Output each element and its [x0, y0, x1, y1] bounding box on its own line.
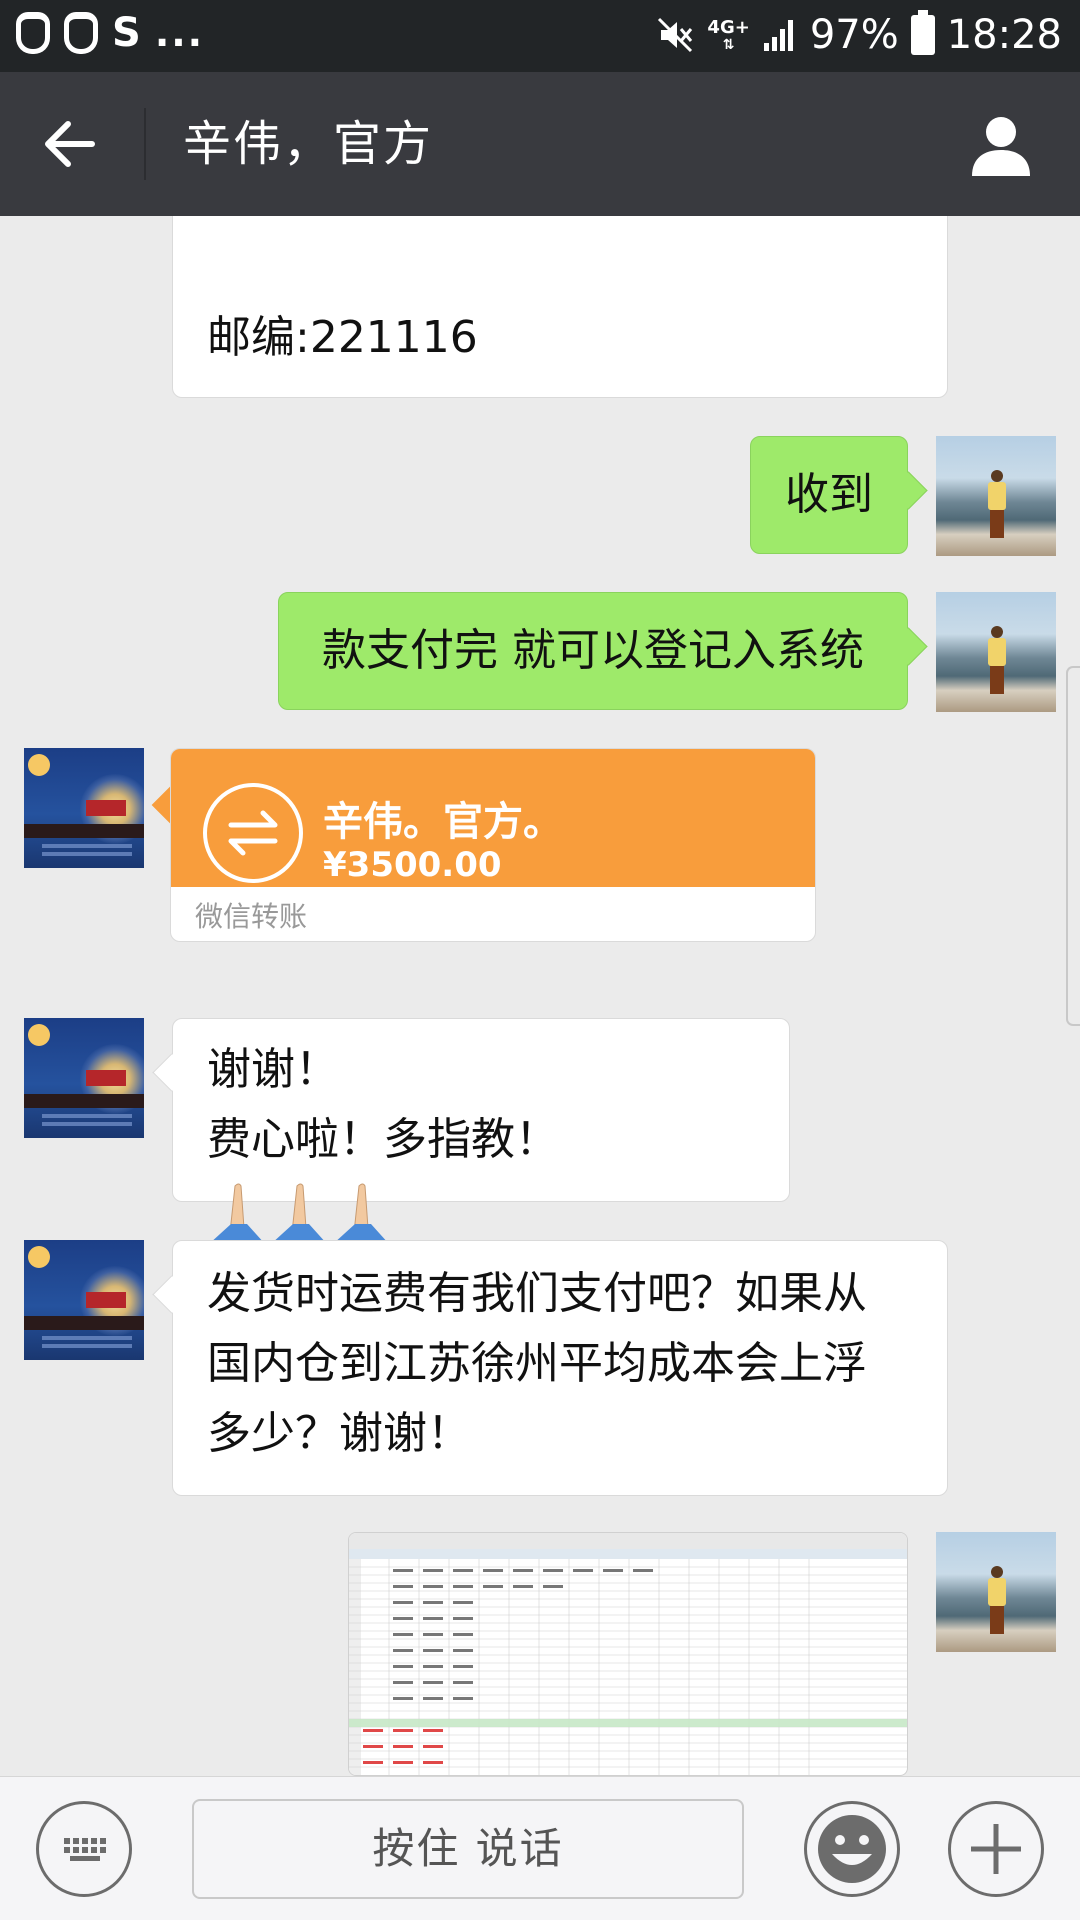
transfer-amount: ¥3500.00: [323, 845, 502, 885]
message-bubble-incoming[interactable]: 邮编:221116: [172, 216, 948, 398]
message-bubble-outgoing[interactable]: 款支付完 就可以登记入系统: [278, 592, 908, 710]
emoji-button[interactable]: [804, 1801, 900, 1897]
message-text: 邮编:221116: [207, 312, 478, 363]
clock: 18:28: [946, 12, 1062, 58]
message-text-line: 发货时运费有我们支付吧？如果从: [207, 1268, 867, 1319]
smiley-icon: [818, 1815, 886, 1883]
message-text: 收到: [785, 469, 873, 520]
avatar-contact[interactable]: [24, 748, 144, 868]
battery-percent: 97%: [809, 12, 899, 58]
profile-icon[interactable]: [966, 110, 1036, 180]
chat-title: 辛伟，官方: [183, 116, 434, 172]
transfer-label: 微信转账: [195, 900, 308, 933]
status-right: 4G+ ⇅ 97% 18:28: [655, 10, 1062, 58]
transfer-icon: [203, 783, 303, 883]
notification-icon: [16, 12, 50, 54]
message-text-line: 多少？谢谢！: [207, 1408, 471, 1459]
notification-icon: [64, 12, 98, 54]
status-left: S ...: [16, 10, 204, 56]
avatar-self[interactable]: [936, 1532, 1056, 1652]
header-divider: [144, 108, 146, 180]
avatar-self[interactable]: [936, 592, 1056, 712]
message-bubble-incoming[interactable]: 谢谢！ 费心啦！多指教！: [172, 1018, 790, 1244]
praying-hands-emoji: [209, 1183, 389, 1244]
sogou-icon: S: [112, 10, 141, 56]
battery-icon: [910, 10, 935, 55]
hold-to-talk-button[interactable]: 按住 说话: [192, 1799, 744, 1899]
scroll-indicator[interactable]: [1066, 666, 1080, 1026]
plus-icon: [971, 1824, 1021, 1874]
wechat-transfer-card[interactable]: 辛伟。官方。 ¥3500.00 微信转账: [170, 748, 816, 942]
message-bubble-incoming[interactable]: 发货时运费有我们支付吧？如果从 国内仓到江苏徐州平均成本会上浮 多少？谢谢！: [172, 1240, 948, 1496]
message-bubble-outgoing[interactable]: 收到: [750, 436, 908, 554]
status-bar: S ... 4G+ ⇅ 97% 18:28: [0, 0, 1080, 72]
chat-area[interactable]: 邮编:221116 收到 款支付完 就可以登记入系统 辛伟。官方。 ¥3500.…: [0, 216, 1080, 1776]
input-bar: 按住 说话: [0, 1776, 1080, 1920]
message-text: 款支付完 就可以登记入系统: [322, 625, 864, 676]
more-options-button[interactable]: [948, 1801, 1044, 1897]
avatar-contact[interactable]: [24, 1018, 144, 1138]
back-arrow-icon[interactable]: [36, 110, 104, 178]
transfer-recipient: 辛伟。官方。: [323, 799, 563, 845]
avatar-contact[interactable]: [24, 1240, 144, 1360]
spreadsheet-image-message[interactable]: [348, 1532, 908, 1776]
more-notifications: ...: [154, 11, 205, 55]
message-text-line: 国内仓到江苏徐州平均成本会上浮: [207, 1338, 867, 1389]
mute-icon: [658, 17, 693, 53]
keyboard-icon: [64, 1838, 106, 1861]
signal-icon: [763, 20, 793, 51]
network-type: 4G+ ⇅: [707, 17, 750, 53]
message-text-line: 费心啦！多指教！: [207, 1105, 755, 1245]
chat-header: 辛伟，官方: [0, 72, 1080, 216]
keyboard-toggle-button[interactable]: [36, 1801, 132, 1897]
avatar-self[interactable]: [936, 436, 1056, 556]
spreadsheet-thumbnail: [349, 1533, 907, 1775]
message-text-line: 谢谢！: [207, 1044, 339, 1095]
